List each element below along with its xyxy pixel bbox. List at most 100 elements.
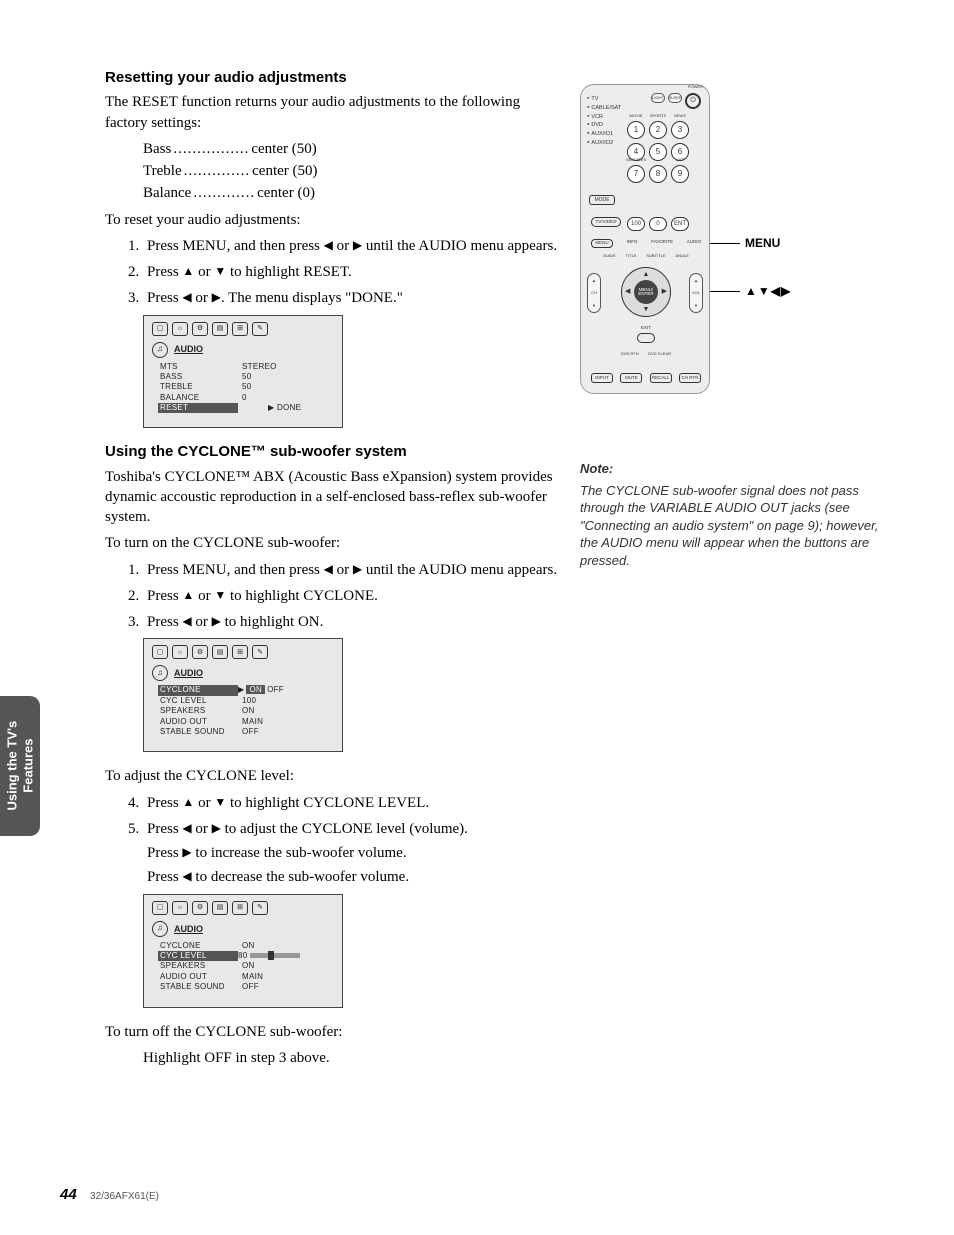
step5-sub2: Press ◀ to decrease the sub-woofer volum… (147, 867, 565, 887)
note-body: The CYCLONE sub-woofer signal does not p… (580, 482, 880, 570)
right-arrow-icon: ▶ (182, 844, 191, 860)
osd-icon: ☼ (172, 901, 188, 915)
osd-menu-reset: ▢ ☼ ⚙ ▤ ⊞ ✎ ♫ AUDIO MTSSTEREO BASS50 TRE… (143, 315, 343, 429)
page-footer: 44 32/36AFX61(E) (60, 1185, 159, 1205)
osd-icon-row: ▢ ☼ ⚙ ▤ ⊞ ✎ (152, 901, 334, 915)
osd-icon: ☼ (172, 645, 188, 659)
osd-table: MTSSTEREO BASS50 TREBLE50 BALANCE0 RESET… (160, 362, 334, 414)
reset-intro: The RESET function returns your audio ad… (105, 92, 565, 133)
page: Resetting your audio adjustments The RES… (0, 0, 954, 1235)
osd-icon: ⚙ (192, 645, 208, 659)
sleep-button: SLEEP (668, 93, 682, 103)
mid-button-row: MENU INFO FAVORITE AUDIO (591, 239, 701, 248)
osd-icon: ✎ (252, 645, 268, 659)
speaker-icon: ♫ (152, 665, 168, 681)
osd-audio-header: ♫ AUDIO (152, 342, 334, 358)
osd-table: CYCLONE ▶ONOFF CYC LEVEL100 SPEAKERSON A… (160, 685, 334, 737)
exit-button (637, 333, 655, 343)
osd-icon: ⊞ (232, 322, 248, 336)
cyclone-step-1: Press MENU, and then press ◀ or ▶ until … (143, 560, 565, 580)
remote-illustration: TV CABLE/SAT VCR DVD AUX/IO1 AUX/IO2 LIG… (580, 84, 710, 394)
osd-icon: ▢ (152, 322, 168, 336)
dpad-down-icon: ▼ (643, 305, 650, 314)
vol-rocker: ▲VOL▼ (689, 273, 703, 313)
num-7: 7 (627, 165, 645, 183)
mode-button: MODE (589, 195, 615, 205)
osd-audio-header: ♫ AUDIO (152, 665, 334, 681)
right-arrow-icon: ▶ (212, 613, 221, 629)
num-9: 9 (671, 165, 689, 183)
osd-icon: ⊞ (232, 645, 248, 659)
factory-defaults-list: Bass ................ center (50) Treble… (143, 139, 565, 204)
power-button-icon: ⏻ (685, 93, 701, 109)
dpad-up-icon: ▲ (643, 270, 650, 279)
num-8: 8 (649, 165, 667, 183)
speaker-icon: ♫ (152, 342, 168, 358)
light-button: LIGHT (651, 93, 665, 103)
osd-icon: ⊞ (232, 901, 248, 915)
step5-sub1: Press ▶ to increase the sub-woofer volum… (147, 843, 565, 863)
osd-highlight-row: CYC LEVEL 80 (160, 951, 334, 961)
left-arrow-icon: ◀ (324, 561, 333, 577)
osd-highlight-row: CYCLONE ▶ONOFF (160, 685, 334, 695)
cyclone-step-4: Press ▲ or ▼ to highlight CYCLONE LEVEL. (143, 793, 565, 813)
menu-button: MENU (591, 239, 613, 248)
osd-icon: ▢ (152, 901, 168, 915)
right-arrow-icon: ▶ (353, 237, 362, 253)
osd-menu-cyclone-level: ▢ ☼ ⚙ ▤ ⊞ ✎ ♫ AUDIO CYCLONEON CYC LEVEL … (143, 894, 343, 1008)
osd-audio-header: ♫ AUDIO (152, 921, 334, 937)
page-number: 44 (60, 1186, 77, 1203)
sub-label-row: GUIDE TITLE SUBTITLE ANGLE (603, 253, 689, 258)
num-3: 3 (671, 121, 689, 139)
cyclone-on-lead: To turn on the CYCLONE sub-woofer: (105, 533, 565, 553)
left-arrow-icon: ◀ (182, 289, 191, 305)
up-arrow-icon: ▲ (182, 263, 194, 279)
remote-top-buttons: LIGHT SLEEP ⏻ (651, 93, 701, 109)
osd-icon-row: ▢ ☼ ⚙ ▤ ⊞ ✎ (152, 322, 334, 336)
tvvideo-button: TV/VIDEO (591, 217, 621, 227)
osd-icon: ▢ (152, 645, 168, 659)
reset-step-1: Press MENU, and then press ◀ or ▶ until … (143, 236, 565, 256)
chrtn-button: CH RTN (679, 373, 701, 383)
row-100-0-ent: 100 0 ENT (627, 217, 689, 231)
default-bass: Bass ................ center (50) (143, 139, 565, 159)
osd-highlight-row: RESET▶ DONE (160, 403, 334, 413)
osd-icon: ✎ (252, 901, 268, 915)
right-arrow-icon: ▶ (353, 561, 362, 577)
bottom-button-row: INPUT MUTE RECALL CH RTN (591, 373, 701, 383)
cyclone-adj-steps: Press ▲ or ▼ to highlight CYCLONE LEVEL.… (143, 793, 565, 888)
heading-reset-audio: Resetting your audio adjustments (105, 68, 565, 88)
default-balance: Balance ............. center (0) (143, 183, 565, 203)
osd-icon: ☼ (172, 322, 188, 336)
power-label: POWER (688, 84, 703, 89)
osd-icon: ✎ (252, 322, 268, 336)
up-arrow-icon: ▲ (182, 794, 194, 810)
cyclone-intro: Toshiba's CYCLONE™ ABX (Acoustic Bass eX… (105, 467, 565, 528)
reset-steps: Press MENU, and then press ◀ or ▶ until … (143, 236, 565, 309)
callout-arrows: ▲▼◀▶ (745, 283, 791, 299)
doc-id: 32/36AFX61(E) (90, 1191, 159, 1202)
btn-100: 100 (627, 217, 645, 231)
dpad-right-icon: ▶ (662, 287, 667, 296)
reset-lead: To reset your audio adjustments: (105, 210, 565, 230)
main-column: Resetting your audio adjustments The RES… (105, 68, 565, 1068)
remote-device-list: TV CABLE/SAT VCR DVD AUX/IO1 AUX/IO2 (587, 95, 621, 148)
cyclone-off-sub: Highlight OFF in step 3 above. (143, 1048, 565, 1068)
down-arrow-icon: ▼ (214, 263, 226, 279)
ch-rocker: ▲CH▼ (587, 273, 601, 313)
cyclone-step-3: Press ◀ or ▶ to highlight ON. (143, 612, 565, 632)
osd-icon: ▤ (212, 645, 228, 659)
exit-area: EXIT DVD RTN DVD CLEAR (621, 325, 671, 356)
reset-step-2: Press ▲ or ▼ to highlight RESET. (143, 262, 565, 282)
num-1: 1 (627, 121, 645, 139)
up-arrow-icon: ▲ (182, 587, 194, 603)
osd-icon: ⚙ (192, 322, 208, 336)
right-arrow-icon: ▶ (212, 820, 221, 836)
num-labels-mid: SERVICES LIST (625, 157, 691, 162)
cyclone-step-2: Press ▲ or ▼ to highlight CYCLONE. (143, 586, 565, 606)
speaker-icon: ♫ (152, 921, 168, 937)
left-arrow-icon: ◀ (182, 820, 191, 836)
btn-ent: ENT (671, 217, 689, 231)
note-block: Note: The CYCLONE sub-woofer signal does… (580, 460, 880, 569)
dpad: ▲ ▼ ◀ ▶ MENU/ ENTER (621, 267, 671, 317)
